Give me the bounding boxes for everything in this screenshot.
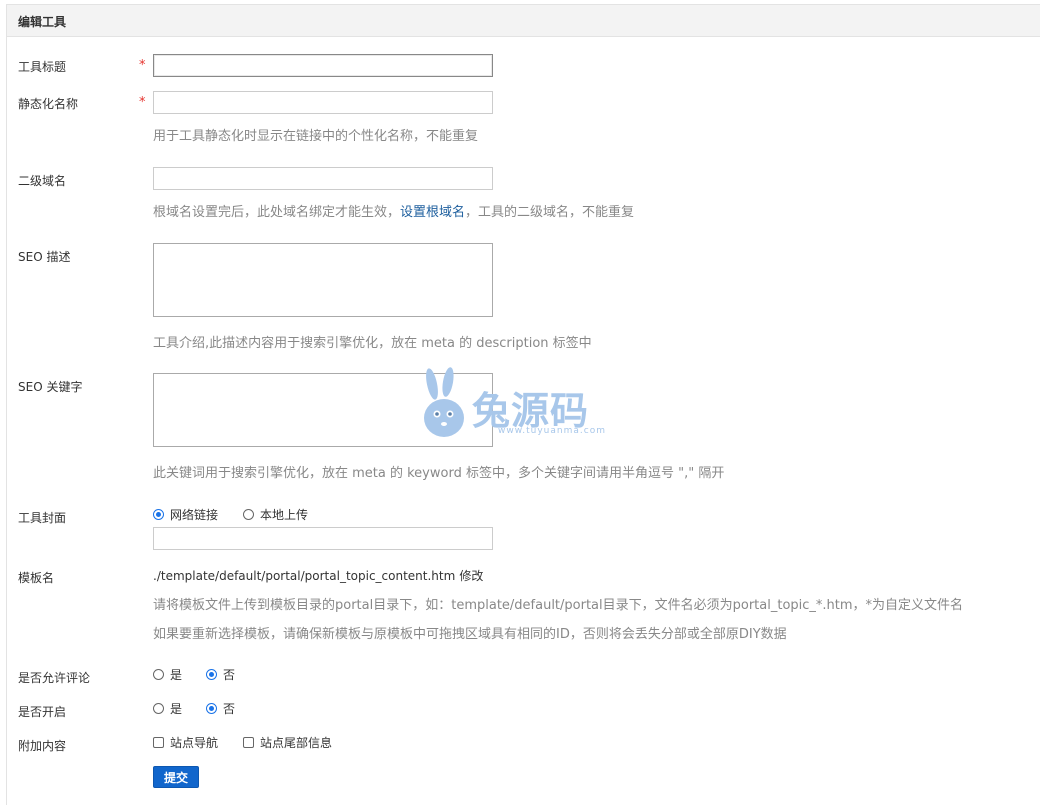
subdomain-input[interactable] (153, 167, 493, 190)
radio-checked-icon[interactable] (206, 703, 217, 714)
allow-comment-no-label: 否 (223, 668, 236, 682)
seo-desc-label: SEO 描述 (18, 250, 71, 264)
static-name-required-mark: * (139, 95, 146, 110)
static-name-hint: 用于工具静态化时显示在链接中的个性化名称，不能重复 (153, 129, 479, 144)
radio-checked-icon[interactable] (206, 669, 217, 680)
page: 编辑工具 工具标题 * 静态化名称 * 用于工具静态化时显示在链接中的个性化名称… (0, 0, 1040, 805)
seo-desc-hint: 工具介绍,此描述内容用于搜索引擎优化，放在 meta 的 description… (153, 336, 592, 351)
seo-keywords-textarea[interactable] (153, 373, 493, 447)
subdomain-hint-before: 根域名设置完后，此处域名绑定才能生效， (153, 205, 401, 220)
enabled-no-radio[interactable]: 否 (206, 700, 235, 717)
template-hint-1: 请将模板文件上传到模板目录的portal目录下，如：template/defau… (153, 598, 964, 613)
extra-nav-label: 站点导航 (170, 736, 219, 750)
cover-local-radio[interactable]: 本地上传 (243, 506, 308, 523)
radio-unchecked-icon[interactable] (153, 703, 164, 714)
radio-unchecked-icon[interactable] (243, 509, 254, 520)
checkbox-icon[interactable] (243, 737, 254, 748)
subdomain-label: 二级域名 (18, 174, 67, 188)
title-input[interactable] (153, 54, 493, 77)
cover-label: 工具封面 (18, 511, 67, 525)
enabled-label: 是否开启 (18, 705, 67, 719)
radio-checked-icon[interactable] (153, 509, 164, 520)
set-root-domain-link[interactable]: 设置根域名 (400, 205, 465, 220)
panel-header: 编辑工具 (7, 5, 1040, 37)
checkbox-icon[interactable] (153, 737, 164, 748)
extra-label: 附加内容 (18, 739, 67, 753)
seo-keywords-hint: 此关键词用于搜索引擎优化，放在 meta 的 keyword 标签中，多个关键字… (153, 466, 725, 481)
panel-title: 编辑工具 (18, 15, 67, 29)
extra-footer-checkbox[interactable]: 站点尾部信息 (243, 734, 332, 751)
allow-comment-label: 是否允许评论 (18, 671, 91, 685)
allow-comment-yes-radio[interactable]: 是 (153, 666, 182, 683)
allow-comment-yes-label: 是 (170, 668, 183, 682)
cover-network-radio[interactable]: 网络链接 (153, 506, 218, 523)
seo-desc-textarea[interactable] (153, 243, 493, 317)
radio-unchecked-icon[interactable] (153, 669, 164, 680)
seo-keywords-label: SEO 关键字 (18, 380, 83, 394)
template-label: 模板名 (18, 571, 55, 585)
subdomain-hint-after: ，工具的二级域名，不能重复 (465, 205, 635, 220)
enabled-yes-label: 是 (170, 702, 183, 716)
template-hint-2: 如果要重新选择模板，请确保新模板与原模板中可拖拽区域具有相同的ID，否则将会丢失… (153, 627, 787, 642)
title-label: 工具标题 (18, 60, 67, 74)
extra-nav-checkbox[interactable]: 站点导航 (153, 734, 218, 751)
subdomain-hint: 根域名设置完后，此处域名绑定才能生效，设置根域名，工具的二级域名，不能重复 (153, 201, 634, 220)
template-path-text: ./template/default/portal/portal_topic_c… (153, 569, 456, 583)
submit-button[interactable]: 提交 (153, 766, 199, 788)
cover-url-input[interactable] (153, 527, 493, 550)
template-modify-link[interactable]: 修改 (459, 569, 483, 583)
title-required-mark: * (139, 58, 146, 73)
cover-network-label: 网络链接 (170, 508, 219, 522)
static-name-input[interactable] (153, 91, 493, 114)
cover-local-label: 本地上传 (260, 508, 309, 522)
static-name-label: 静态化名称 (18, 97, 79, 111)
enabled-no-label: 否 (223, 702, 236, 716)
extra-footer-label: 站点尾部信息 (260, 736, 333, 750)
enabled-yes-radio[interactable]: 是 (153, 700, 182, 717)
template-path: ./template/default/portal/portal_topic_c… (153, 567, 483, 584)
allow-comment-no-radio[interactable]: 否 (206, 666, 235, 683)
